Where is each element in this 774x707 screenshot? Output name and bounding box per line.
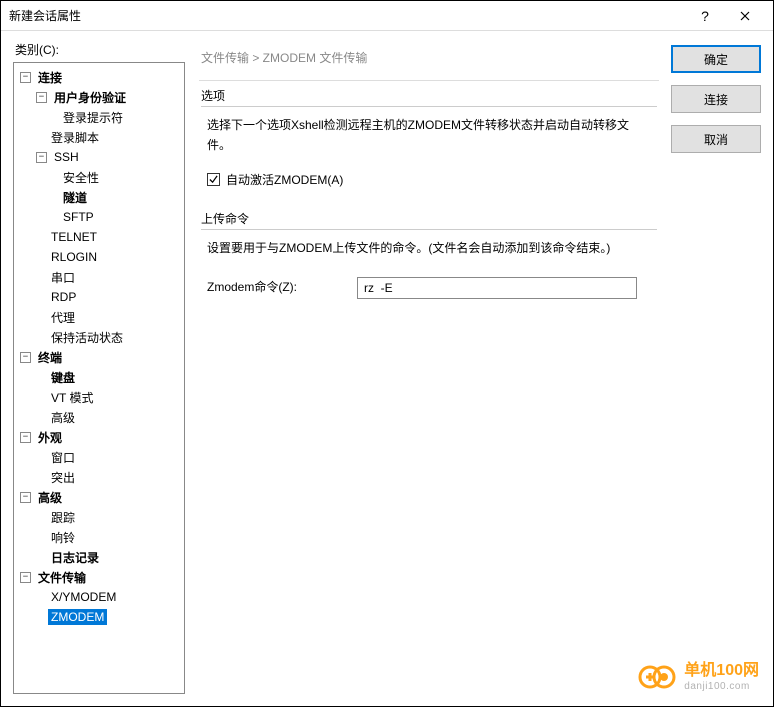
tree-item-vtmode[interactable]: VT 模式 bbox=[16, 387, 182, 407]
watermark-line1: 单机100网 bbox=[684, 662, 759, 680]
watermark-line2: danji100.com bbox=[684, 681, 759, 693]
tree-item-highlight[interactable]: 突出 bbox=[16, 467, 182, 487]
tree-item-logging[interactable]: 日志记录 bbox=[16, 547, 182, 567]
auto-activate-label: 自动激活ZMODEM(A) bbox=[226, 170, 343, 190]
button-column: 确定 连接 取消 bbox=[671, 41, 761, 694]
titlebar: 新建会话属性 ? bbox=[1, 1, 773, 31]
main-panel: 文件传输 > ZMODEM 文件传输 选项 选择下一个选项Xshell检测远程主… bbox=[199, 41, 671, 694]
tree-item-terminal[interactable]: − 终端 bbox=[16, 347, 182, 367]
tree-item-filetransfer[interactable]: − 文件传输 bbox=[16, 567, 182, 587]
options-title: 选项 bbox=[201, 87, 657, 106]
category-label: 类别(C): bbox=[13, 41, 185, 58]
tree-item-proxy[interactable]: 代理 bbox=[16, 307, 182, 327]
upload-group: 上传命令 设置要用于与ZMODEM上传文件的命令。(文件名会自动添加到该命令结束… bbox=[199, 210, 659, 312]
ok-button[interactable]: 确定 bbox=[671, 45, 761, 73]
checkbox-checked-icon[interactable] bbox=[207, 173, 220, 186]
tree-item-serial[interactable]: 串口 bbox=[16, 267, 182, 287]
tree-item-advanced[interactable]: − 高级 bbox=[16, 487, 182, 507]
left-panel: 类别(C): − 连接 − 用户身份验证 登录提示符 登录脚本 − SSH bbox=[13, 41, 185, 694]
tree-item-advanced-term[interactable]: 高级 bbox=[16, 407, 182, 427]
auto-activate-row[interactable]: 自动激活ZMODEM(A) bbox=[207, 170, 651, 190]
tree-item-security[interactable]: 安全性 bbox=[16, 167, 182, 187]
category-tree[interactable]: − 连接 − 用户身份验证 登录提示符 登录脚本 − SSH 安全性 bbox=[13, 62, 185, 694]
tree-item-sftp[interactable]: SFTP bbox=[16, 207, 182, 227]
cancel-button[interactable]: 取消 bbox=[671, 125, 761, 153]
tree-item-zmodem[interactable]: ZMODEM bbox=[16, 607, 182, 627]
close-icon[interactable] bbox=[725, 1, 765, 31]
tree-item-connection[interactable]: − 连接 bbox=[16, 67, 182, 87]
window-title: 新建会话属性 bbox=[9, 7, 685, 24]
tree-item-ssh[interactable]: − SSH bbox=[16, 147, 182, 167]
upload-title: 上传命令 bbox=[201, 210, 657, 229]
right-panel: 文件传输 > ZMODEM 文件传输 选项 选择下一个选项Xshell检测远程主… bbox=[185, 41, 761, 694]
tree-item-rlogin[interactable]: RLOGIN bbox=[16, 247, 182, 267]
zmodem-cmd-label: Zmodem命令(Z): bbox=[207, 277, 357, 297]
tree-item-keepalive[interactable]: 保持活动状态 bbox=[16, 327, 182, 347]
tree-item-window[interactable]: 窗口 bbox=[16, 447, 182, 467]
upload-desc: 设置要用于与ZMODEM上传文件的命令。(文件名会自动添加到该命令结束。) bbox=[207, 238, 651, 258]
tree-item-userauth[interactable]: − 用户身份验证 bbox=[16, 87, 182, 107]
watermark: 单机100网 danji100.com bbox=[638, 662, 759, 692]
help-icon[interactable]: ? bbox=[685, 1, 725, 31]
tree-item-loginprompt[interactable]: 登录提示符 bbox=[16, 107, 182, 127]
connect-button[interactable]: 连接 bbox=[671, 85, 761, 113]
options-group: 选项 选择下一个选项Xshell检测远程主机的ZMODEM文件转移状态并启动自动… bbox=[199, 87, 659, 204]
tree-item-xymodem[interactable]: X/YMODEM bbox=[16, 587, 182, 607]
options-desc: 选择下一个选项Xshell检测远程主机的ZMODEM文件转移状态并启动自动转移文… bbox=[207, 115, 651, 156]
tree-item-loginscript[interactable]: 登录脚本 bbox=[16, 127, 182, 147]
tree-item-bell[interactable]: 响铃 bbox=[16, 527, 182, 547]
tree-item-rdp[interactable]: RDP bbox=[16, 287, 182, 307]
breadcrumb: 文件传输 > ZMODEM 文件传输 bbox=[199, 41, 659, 81]
watermark-logo-icon bbox=[638, 663, 678, 691]
zmodem-cmd-input[interactable] bbox=[357, 277, 637, 299]
tree-item-telnet[interactable]: TELNET bbox=[16, 227, 182, 247]
tree-item-keyboard[interactable]: 键盘 bbox=[16, 367, 182, 387]
tree-item-tunnel[interactable]: 隧道 bbox=[16, 187, 182, 207]
tree-item-appearance[interactable]: − 外观 bbox=[16, 427, 182, 447]
content: 类别(C): − 连接 − 用户身份验证 登录提示符 登录脚本 − SSH bbox=[1, 31, 773, 706]
tree-item-trace[interactable]: 跟踪 bbox=[16, 507, 182, 527]
